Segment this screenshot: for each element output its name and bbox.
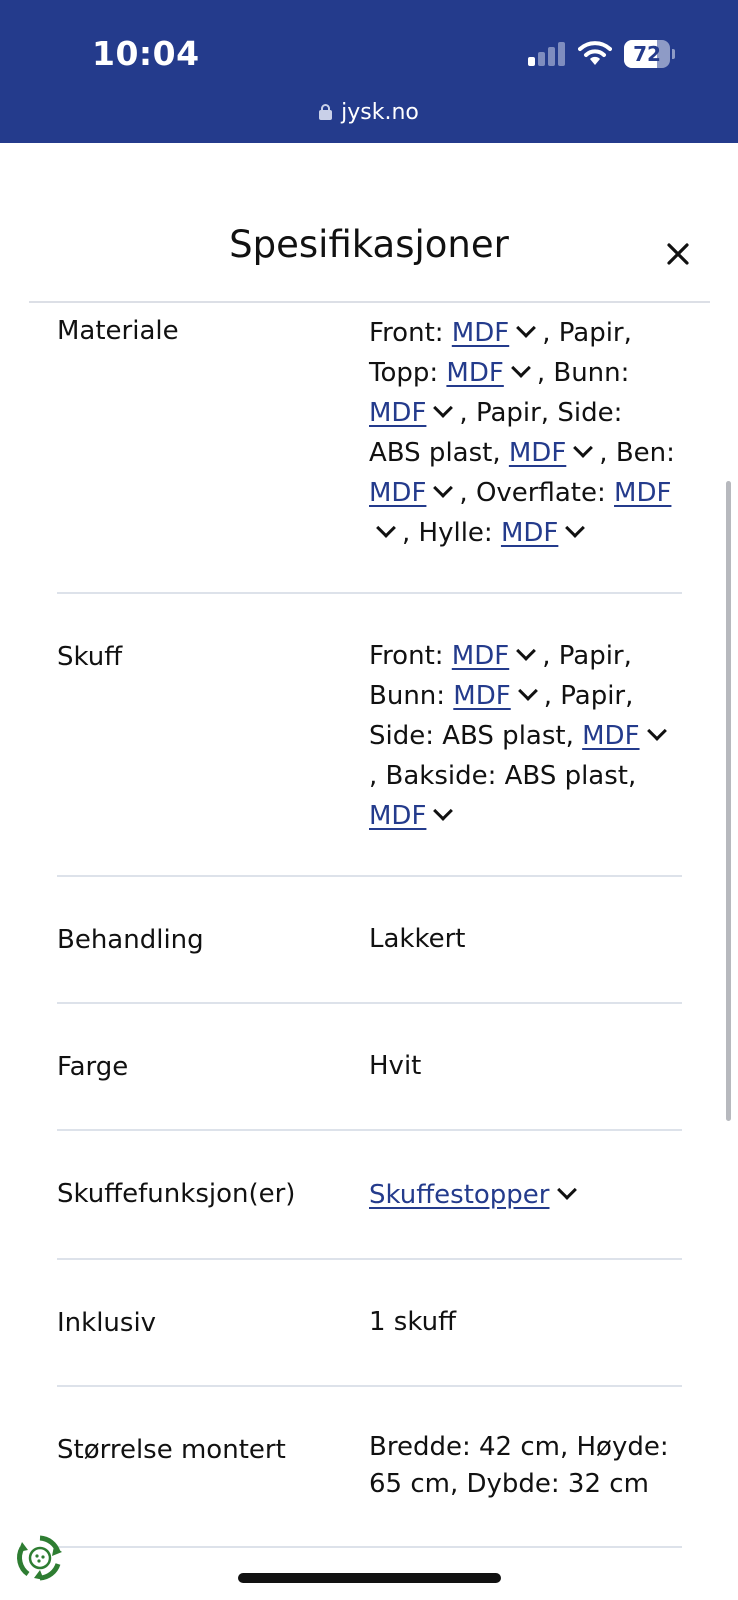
spec-row-materiale: Materiale Front: MDF, Papir, Topp: MDF, …	[57, 303, 682, 594]
spec-label: Skuffefunksjon(er)	[57, 1179, 296, 1209]
chevron-down-icon[interactable]	[516, 641, 537, 661]
spec-row-behandling: Behandling Lakkert	[57, 877, 682, 1004]
spec-text: Bredde: 42 cm, Høyde: 65 cm, Dybde: 32 c…	[369, 1432, 669, 1499]
chevron-down-icon[interactable]	[573, 438, 594, 458]
spec-text: Front:	[369, 641, 452, 671]
spec-value: Skuffestopper	[369, 1175, 679, 1215]
spec-value: Bredde: 42 cm, Høyde: 65 cm, Dybde: 32 c…	[369, 1429, 679, 1503]
wifi-icon	[578, 41, 612, 65]
recycle-badge-icon[interactable]	[14, 1532, 66, 1584]
spec-label: Størrelse montert	[57, 1435, 286, 1465]
material-link[interactable]: MDF	[369, 478, 426, 508]
spec-text: , Bakside: ABS plast,	[369, 761, 637, 791]
spec-value: Lakkert	[369, 919, 679, 959]
spec-text: , Overflate:	[459, 478, 615, 508]
status-bar: 10:04 72 jysk.no	[0, 0, 738, 143]
spec-row-inklusiv: Inklusiv 1 skuff	[57, 1260, 682, 1387]
chevron-down-icon[interactable]	[510, 358, 531, 378]
scrollbar[interactable]	[726, 481, 731, 1121]
chevron-down-icon[interactable]	[516, 318, 537, 338]
material-link[interactable]: MDF	[582, 721, 639, 751]
material-link[interactable]: MDF	[369, 801, 426, 831]
material-link[interactable]: MDF	[501, 518, 558, 548]
spec-label: Skuff	[57, 642, 123, 672]
chevron-down-icon[interactable]	[556, 1180, 577, 1200]
address-bar[interactable]: jysk.no	[0, 100, 738, 125]
material-link[interactable]: MDF	[446, 358, 503, 388]
spec-row-skuffefunksjoner: Skuffefunksjon(er) Skuffestopper	[57, 1131, 682, 1260]
spec-value: Front: MDF, Papir, Bunn: MDF, Papir, Sid…	[369, 636, 679, 836]
material-link[interactable]: MDF	[453, 681, 510, 711]
chevron-down-icon[interactable]	[433, 478, 454, 498]
chevron-down-icon[interactable]	[433, 398, 454, 418]
spec-row-skuff: Skuff Front: MDF, Papir, Bunn: MDF, Papi…	[57, 594, 682, 877]
spec-text: Lakkert	[369, 924, 466, 954]
spec-text: Front:	[369, 318, 452, 348]
header-divider	[29, 301, 710, 303]
material-link[interactable]: MDF	[614, 478, 671, 508]
spec-row-storrelse-montert: Størrelse montert Bredde: 42 cm, Høyde: …	[57, 1387, 682, 1548]
spec-text: , Bunn:	[536, 358, 630, 388]
chevron-down-icon[interactable]	[517, 681, 538, 701]
url-text: jysk.no	[341, 100, 419, 125]
spec-label: Behandling	[57, 925, 204, 955]
spec-value: Front: MDF, Papir, Topp: MDF, Bunn: MDF,…	[369, 313, 679, 553]
material-link[interactable]: MDF	[452, 641, 509, 671]
spec-label: Inklusiv	[57, 1308, 157, 1338]
lock-icon	[319, 104, 333, 120]
close-icon[interactable]	[660, 235, 696, 271]
battery-level: 72	[633, 42, 661, 66]
spec-label: Farge	[57, 1052, 129, 1082]
cellular-signal-icon	[528, 42, 568, 66]
material-link[interactable]: MDF	[452, 318, 509, 348]
home-indicator	[238, 1573, 501, 1583]
specifications-list: Materiale Front: MDF, Papir, Topp: MDF, …	[0, 303, 738, 1600]
material-link[interactable]: MDF	[509, 438, 566, 468]
sheet-header: Spesifikasjoner	[0, 143, 738, 303]
spec-value: Hvit	[369, 1046, 679, 1086]
status-time: 10:04	[92, 34, 200, 73]
chevron-down-icon[interactable]	[646, 721, 667, 741]
chevron-down-icon[interactable]	[376, 518, 396, 538]
sheet-title: Spesifikasjoner	[229, 223, 509, 266]
spec-text: , Hylle:	[402, 518, 501, 548]
material-link[interactable]: Skuffestopper	[369, 1180, 550, 1210]
spec-text: , Ben:	[599, 438, 675, 468]
battery-icon: 72	[624, 40, 675, 68]
chevron-down-icon[interactable]	[565, 518, 586, 538]
material-link[interactable]: MDF	[369, 398, 426, 428]
spec-label: Materiale	[57, 316, 179, 346]
chevron-down-icon[interactable]	[433, 801, 454, 821]
spec-text: 1 skuff	[369, 1307, 457, 1337]
spec-row-farge: Farge Hvit	[57, 1004, 682, 1131]
spec-text: Hvit	[369, 1051, 422, 1081]
spec-value: 1 skuff	[369, 1302, 679, 1342]
